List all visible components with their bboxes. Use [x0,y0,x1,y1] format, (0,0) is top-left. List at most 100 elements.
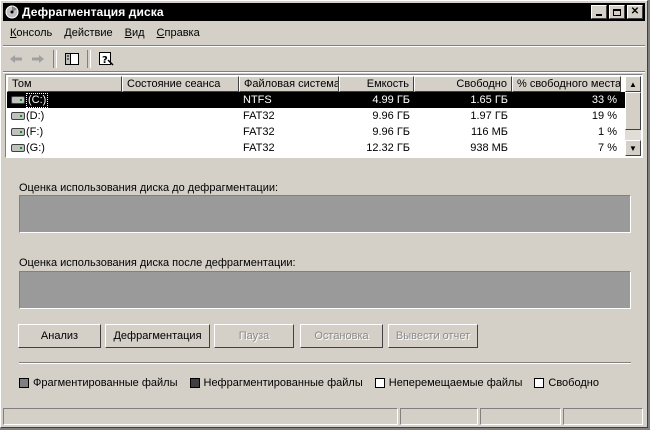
legend-unmovable: Неперемещаемые файлы [374,377,523,389]
stop-button[interactable]: Остановка [300,324,383,348]
volume-list-header: Том Состояние сеанса Файловая система Ем… [7,76,625,92]
column-header-file-system[interactable]: Файловая система [239,76,339,92]
status-panel-4 [563,408,644,425]
svg-text:?: ? [102,55,108,66]
legend-contiguous: Нефрагментированные файлы [189,377,363,389]
unmovable-swatch [374,378,385,388]
table-row[interactable]: (G:) FAT32 12.32 ГБ 938 МБ 7 % [7,140,625,156]
back-arrow-icon [10,55,22,63]
close-button[interactable]: ✕ [627,5,643,19]
defragment-button[interactable]: Дефрагментация [105,324,210,348]
capacity-cell: 12.32 ГБ [366,142,410,154]
after-defrag-display [19,271,631,309]
free-swatch [534,378,545,388]
minimize-icon [596,14,602,16]
status-bar [3,408,645,426]
arrow-up-icon: ▲ [629,79,637,89]
maximize-button[interactable] [609,5,625,19]
menu-view[interactable]: Вид [120,26,152,44]
drive-icon [11,112,25,120]
session-status-cell [122,108,239,124]
percent-free-cell: 7 % [598,142,617,154]
analyze-button[interactable]: Анализ [18,324,101,348]
capacity-cell: 9.96 ГБ [372,126,410,138]
menu-console[interactable]: Консоль [5,26,59,44]
drive-icon [11,128,25,136]
session-status-cell [122,140,239,156]
drive-icon [11,144,25,152]
file-system-cell: FAT32 [243,110,275,122]
forward-button[interactable] [27,49,49,69]
menu-bar: Консоль Действие Вид Справка [5,26,207,44]
defrag-app-icon [5,5,19,19]
volume-list-content: Том Состояние сеанса Файловая система Ем… [7,76,625,156]
percent-free-cell: 1 % [598,126,617,138]
table-row[interactable]: (C:) NTFS 4.99 ГБ 1.65 ГБ 33 % [7,92,625,108]
legend-free: Свободно [534,377,599,389]
column-header-session-status[interactable]: Состояние сеанса [122,76,239,92]
legend-unmovable-label: Неперемещаемые файлы [388,377,523,389]
help-icon: ? [99,52,114,66]
column-header-capacity[interactable]: Емкость [339,76,414,92]
session-status-cell [122,92,239,108]
legend-fragmented-label: Фрагментированные файлы [33,377,178,389]
scroll-down-button[interactable]: ▼ [625,140,641,156]
free-space-cell: 938 МБ [470,142,508,154]
legend: Фрагментированные файлы Нефрагментирован… [19,377,611,389]
legend-free-label: Свободно [548,377,599,389]
before-defrag-label: Оценка использования диска до дефрагмент… [19,182,279,194]
scroll-thumb[interactable] [625,92,641,130]
column-header-volume[interactable]: Том [7,76,122,92]
pause-button[interactable]: Пауза [214,324,294,348]
vertical-scrollbar[interactable]: ▲ ▼ [625,76,641,156]
file-system-cell: FAT32 [243,126,275,138]
title-bar[interactable]: Дефрагментация диска ✕ [3,3,645,21]
maximize-icon [613,8,621,16]
volume-cell: (D:) [7,108,122,124]
close-icon: ✕ [630,6,640,17]
volume-name: (F:) [26,126,44,138]
volume-name: (G:) [26,142,45,154]
free-space-cell: 1.97 ГБ [470,110,508,122]
toolbar-separator-2 [87,50,91,68]
back-button[interactable] [5,49,27,69]
table-row[interactable]: (D:) FAT32 9.96 ГБ 1.97 ГБ 19 % [7,108,625,124]
status-panel-main [3,408,398,425]
minimize-button[interactable] [591,5,607,19]
help-button[interactable]: ? [95,49,117,69]
after-defrag-label: Оценка использования диска после дефрагм… [19,257,296,269]
before-defrag-display [19,195,631,233]
show-hide-tree-button[interactable] [61,49,83,69]
drive-icon [11,96,25,104]
percent-free-cell: 19 % [591,110,617,122]
toolbar: ? [5,48,117,70]
volume-cell: (F:) [7,124,122,140]
fragmented-swatch [19,378,29,388]
scroll-up-button[interactable]: ▲ [625,76,641,92]
menu-help[interactable]: Справка [152,26,207,44]
legend-fragmented: Фрагментированные файлы [19,377,178,389]
arrow-down-icon: ▼ [629,143,637,153]
file-system-cell: NTFS [243,94,272,106]
table-row[interactable]: (F:) FAT32 9.96 ГБ 116 МБ 1 % [7,124,625,140]
console-tree-icon [65,53,79,65]
window-title: Дефрагментация диска [22,5,164,19]
column-header-percent-free[interactable]: % свободного места [512,76,621,92]
volume-name: (D:) [26,110,45,122]
menu-action[interactable]: Действие [59,26,119,44]
percent-free-cell: 33 % [591,94,617,106]
file-system-cell: FAT32 [243,142,275,154]
volume-cell: (C:) [7,92,122,108]
session-status-cell [122,124,239,140]
toolbar-separator [53,50,57,68]
legend-separator [19,362,631,364]
free-space-cell: 116 МБ [471,126,508,138]
status-panel-3 [479,408,562,425]
volume-list: Том Состояние сеанса Файловая система Ем… [5,74,643,158]
status-panel-2 [399,408,478,425]
capacity-cell: 4.99 ГБ [372,94,410,106]
toolbar-separator-line [3,71,645,73]
column-header-free-space[interactable]: Свободно [414,76,512,92]
defrag-window: Дефрагментация диска ✕ Консоль Действие … [0,0,648,428]
view-report-button[interactable]: Вывести отчет [388,324,478,348]
